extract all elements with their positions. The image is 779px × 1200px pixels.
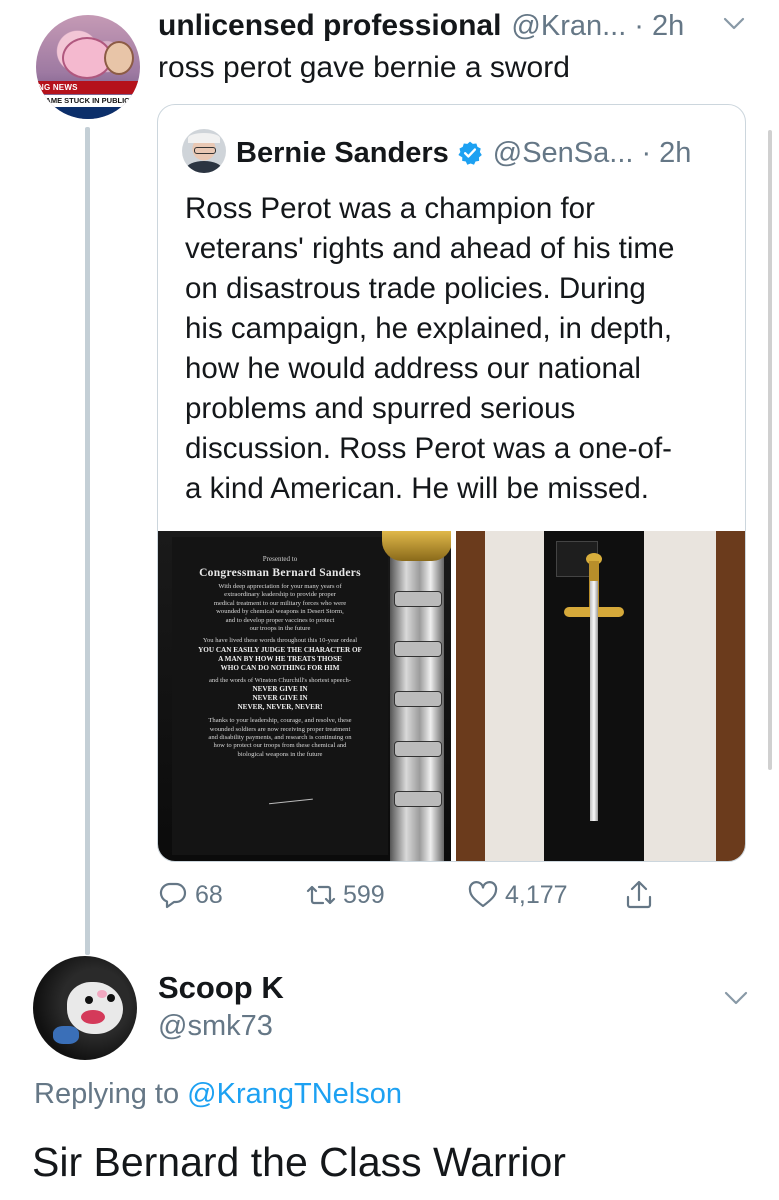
plaque-closing-line: how to protect our troops from these che… (213, 742, 347, 750)
retweet-count: 599 (343, 880, 385, 909)
quoted-author-avatar[interactable] (182, 129, 226, 173)
quoted-text-line: his campaign, he explained, in depth, (185, 312, 673, 345)
author-display-name[interactable]: unlicensed professional (158, 9, 501, 43)
opossum-head (67, 982, 123, 1034)
chevron-down-icon[interactable] (722, 983, 750, 1011)
hilt-band (394, 791, 442, 807)
plaque-line: and to develop proper vaccines to protec… (225, 616, 335, 624)
tweet-text: ross perot gave bernie a sword (158, 51, 570, 84)
quoted-tweet-text: Ross Perot was a champion for veterans' … (185, 189, 730, 509)
avatar-figure-2 (104, 41, 134, 75)
presentation-plaque: Presented to Congressman Bernard Sanders… (172, 537, 388, 855)
quoted-tweet-header: Bernie Sanders @SenSa... · 2h (236, 133, 691, 173)
quoted-text-line: a kind American. He will be missed. (185, 472, 649, 505)
avatar-hand (53, 1026, 79, 1044)
avatar-banner-mid: CAME STUCK IN PUBLIC TOI (36, 95, 140, 107)
quoted-text-line: problems and spurred serious (185, 392, 576, 425)
share-button[interactable] (623, 872, 655, 918)
replying-to-line: Replying to @KrangTNelson (34, 1078, 402, 1111)
quoted-tweet-timestamp[interactable]: · 2h (641, 137, 691, 170)
quoted-author-display-name[interactable]: Bernie Sanders (236, 137, 449, 170)
quoted-text-line: how he would address our national (185, 352, 641, 385)
plaque-quote-intro: You have lived these words throughout th… (202, 637, 358, 645)
sword-hilt (382, 531, 451, 861)
plaque-closing-line: wounded soldiers are now receiving prope… (209, 725, 351, 733)
reply-count: 68 (195, 880, 223, 909)
hilt-band (394, 641, 442, 657)
plaque-line: our troops in the future (249, 625, 311, 633)
tweet-timestamp[interactable]: · 2h (634, 10, 684, 43)
plaque-churchill-line: NEVER GIVE IN (252, 694, 308, 703)
verified-badge-icon (458, 141, 482, 165)
heart-icon (468, 881, 498, 908)
plaque-closing-line: Thanks to your leadership, courage, and … (208, 717, 352, 725)
author-avatar[interactable]: NG NEWS CAME STUCK IN PUBLIC TOI (36, 15, 140, 119)
opossum-mouth (81, 1010, 105, 1024)
plaque-churchill-intro: and the words of Winston Churchill's sho… (209, 676, 351, 684)
reply-author-display-name[interactable]: Scoop K (158, 970, 284, 1006)
reply-author-avatar[interactable] (33, 956, 137, 1060)
like-button[interactable]: 4,177 (467, 872, 568, 918)
hilt-band (394, 691, 442, 707)
quoted-text-line: veterans' rights and ahead of his time (185, 232, 675, 265)
avatar-glasses (194, 147, 216, 154)
quoted-text-line: Ross Perot was a champion for (185, 192, 595, 225)
avatar-banner-bottom (36, 107, 140, 119)
scrollbar[interactable] (768, 130, 772, 770)
reply-author-handle[interactable]: @smk73 (158, 1010, 273, 1043)
plaque-signature (267, 780, 313, 805)
plaque-line: With deep appreciation for your many yea… (218, 583, 342, 590)
plaque-recipient: Congressman Bernard Sanders (199, 567, 361, 579)
chevron-down-icon[interactable] (721, 10, 747, 36)
opossum-eye (107, 994, 115, 1002)
thread-connector-line (85, 127, 90, 955)
avatar-hair (188, 133, 220, 143)
tweet-actions: 68 599 4,177 (157, 872, 757, 918)
sword-blade (590, 581, 598, 821)
plaque-churchill-line: NEVER GIVE IN (252, 685, 308, 694)
avatar-banner-top: NG NEWS (36, 81, 140, 94)
share-icon (626, 880, 652, 909)
hilt-band (394, 591, 442, 607)
retweet-icon (306, 885, 336, 905)
tweet-header: unlicensed professional @Kran... · 2h (158, 4, 684, 48)
replying-to-prefix: Replying to (34, 1078, 188, 1110)
plaque-churchill-line: NEVER, NEVER, NEVER! (237, 703, 323, 712)
sword-display-case (544, 531, 644, 861)
hilt-guard (382, 531, 451, 561)
avatar-suit (186, 161, 222, 173)
plaque-line: extraordinary leadership to provide prop… (224, 591, 336, 599)
plaque-line: wounded by chemical weapons in Desert St… (216, 608, 344, 616)
quoted-text-line: on disastrous trade policies. During (185, 272, 646, 305)
like-count: 4,177 (505, 880, 568, 909)
hilt-band (394, 741, 442, 757)
plaque-closing-line: biological weapons in the future (237, 750, 323, 758)
reply-button[interactable]: 68 (157, 872, 223, 918)
plaque-photo[interactable]: Presented to Congressman Bernard Sanders… (158, 531, 451, 861)
plaque-bold-line: YOU CAN EASILY JUDGE THE CHARACTER OF (198, 645, 362, 654)
plaque-presented: Presented to (262, 555, 298, 563)
quoted-text-line: discussion. Ross Perot was a one-of- (185, 432, 672, 465)
reply-tweet-text: Sir Bernard the Class Warrior (32, 1139, 566, 1185)
retweet-button[interactable]: 599 (305, 872, 385, 918)
plaque-bold-line: WHO CAN DO NOTHING FOR HIM (220, 663, 340, 672)
sword-case-photo[interactable] (456, 531, 745, 861)
opossum-eye (85, 996, 93, 1004)
plaque-closing-line: and disability payments, and research is… (208, 734, 352, 742)
author-handle[interactable]: @Kran... (511, 10, 626, 43)
reply-icon (159, 882, 187, 909)
opossum-nose (97, 990, 107, 998)
quoted-tweet-card[interactable]: Bernie Sanders @SenSa... · 2h Ross Perot… (157, 104, 746, 862)
quoted-author-handle[interactable]: @SenSa... (493, 137, 634, 170)
plaque-bold-line: A MAN BY HOW HE TREATS THOSE (218, 654, 342, 663)
plaque-line: medical treatment to our military forces… (213, 599, 347, 607)
replying-to-link[interactable]: @KrangTNelson (187, 1078, 402, 1110)
